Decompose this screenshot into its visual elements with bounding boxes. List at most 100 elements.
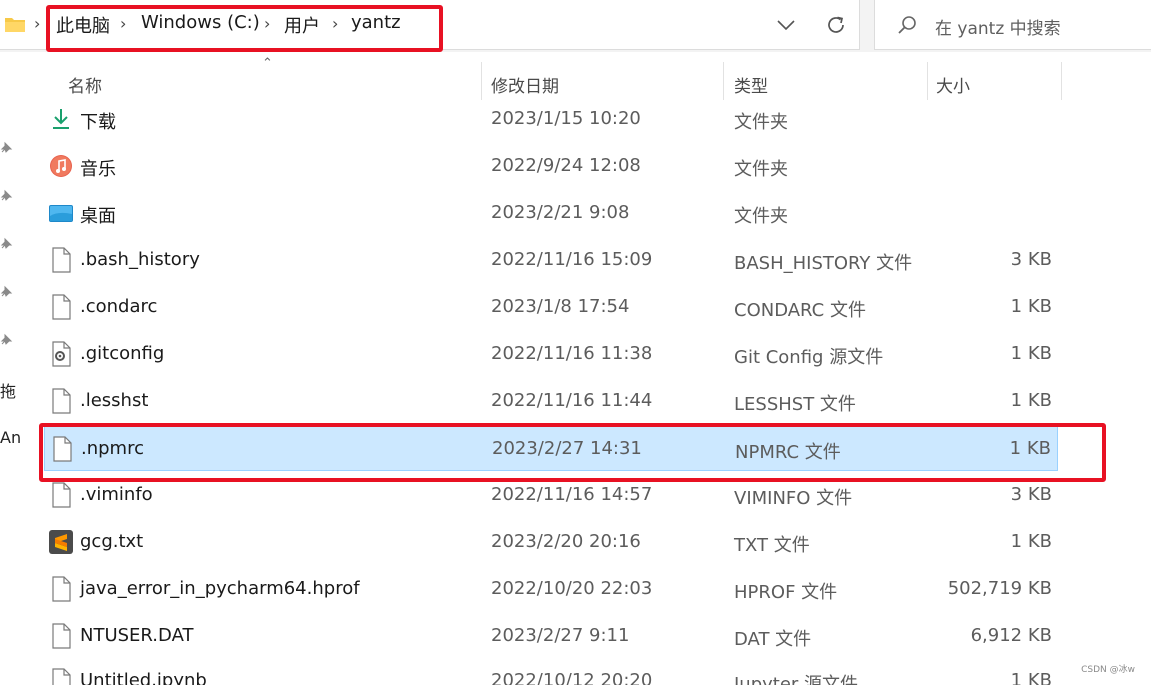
chevron-right-icon[interactable]: › — [264, 14, 270, 33]
column-header-label: 名称 — [68, 77, 102, 97]
file-date: 2023/2/21 9:08 — [491, 202, 630, 223]
breadcrumb-this-pc[interactable]: 此电脑 — [56, 12, 110, 38]
breadcrumb-current-folder[interactable]: yantz — [351, 12, 401, 33]
file-name: NTUSER.DAT — [80, 625, 194, 646]
file-row[interactable]: .viminfo 2022/11/16 14:57 VIMINFO 文件 3 K… — [44, 472, 1058, 518]
file-date: 2023/2/20 20:16 — [491, 531, 641, 552]
file-size: 1 KB — [1010, 531, 1052, 552]
file-row[interactable]: gcg.txt 2023/2/20 20:16 TXT 文件 1 KB — [44, 519, 1058, 565]
watermark: CSDN @冰w — [1081, 665, 1135, 675]
file-size: 1 KB — [1009, 438, 1051, 459]
file-row[interactable]: Untitled.ipynb 2022/10/12 20:20 Jupyter … — [44, 658, 1058, 685]
file-date: 2023/1/15 10:20 — [491, 108, 641, 129]
column-header-label: 大小 — [936, 77, 970, 97]
file-type: DAT 文件 — [734, 629, 812, 650]
file-row[interactable]: .condarc 2023/1/8 17:54 CONDARC 文件 1 KB — [44, 284, 1058, 330]
file-size: 3 KB — [1010, 484, 1052, 505]
pin-icon[interactable] — [0, 140, 14, 154]
file-name: gcg.txt — [80, 531, 144, 552]
file-type: 文件夹 — [734, 112, 788, 133]
music-folder-icon — [50, 155, 72, 177]
folder-icon — [5, 18, 25, 32]
desktop-folder-icon — [49, 205, 73, 222]
chevron-right-icon[interactable]: › — [332, 14, 338, 33]
file-type: 文件夹 — [734, 206, 788, 227]
file-size: 1 KB — [1010, 670, 1052, 685]
address-bar[interactable]: › 此电脑 › Windows (C:) › 用户 › yantz — [0, 0, 860, 50]
file-type: CONDARC 文件 — [734, 300, 866, 321]
file-icon — [52, 668, 71, 685]
breadcrumb-drive[interactable]: Windows (C:) — [141, 12, 260, 33]
file-date: 2023/2/27 9:11 — [491, 625, 630, 646]
file-size: 502,719 KB — [947, 578, 1052, 599]
config-file-icon — [52, 341, 71, 367]
search-input[interactable]: 在 yantz 中搜索 — [935, 14, 1061, 39]
nav-item-label[interactable]: 拖 — [0, 378, 16, 402]
file-row[interactable]: .lesshst 2022/11/16 11:44 LESSHST 文件 1 K… — [44, 378, 1058, 424]
file-icon — [52, 388, 71, 414]
file-name: java_error_in_pycharm64.hprof — [80, 578, 360, 599]
file-type: HPROF 文件 — [734, 582, 838, 603]
download-folder-icon — [53, 109, 69, 129]
file-date: 2022/10/12 20:20 — [491, 670, 653, 685]
file-size: 1 KB — [1010, 390, 1052, 411]
file-row-desktop[interactable]: 桌面 2023/2/21 9:08 文件夹 — [44, 190, 1058, 236]
file-name: .npmrc — [81, 438, 144, 459]
navigation-bar: › 此电脑 › Windows (C:) › 用户 › yantz 在 yant… — [0, 0, 1151, 52]
file-row[interactable]: .gitconfig 2022/11/16 11:38 Git Config 源… — [44, 331, 1058, 377]
file-row[interactable]: java_error_in_pycharm64.hprof 2022/10/20… — [44, 566, 1058, 612]
chevron-right-icon[interactable]: › — [120, 14, 126, 33]
file-size: 1 KB — [1010, 343, 1052, 364]
file-date: 2022/10/20 22:03 — [491, 578, 653, 599]
file-date: 2022/9/24 12:08 — [491, 155, 641, 176]
file-row-selected[interactable]: .npmrc 2023/2/27 14:31 NPMRC 文件 1 KB — [44, 425, 1058, 471]
pin-icon[interactable] — [0, 188, 14, 202]
file-type: Jupyter 源文件 — [734, 674, 859, 685]
file-icon — [52, 576, 71, 602]
file-name: 音乐 — [80, 159, 116, 180]
address-history-button[interactable] — [773, 12, 799, 38]
file-name: .condarc — [80, 296, 158, 317]
chevron-right-icon: › — [34, 14, 41, 33]
file-name: .bash_history — [80, 249, 200, 270]
refresh-icon — [828, 16, 844, 33]
search-icon — [898, 16, 916, 34]
file-icon — [52, 247, 71, 273]
file-date: 2022/11/16 15:09 — [491, 249, 653, 270]
pin-icon[interactable] — [0, 236, 14, 250]
navigation-pane: 拖 An — [0, 52, 21, 685]
file-type: VIMINFO 文件 — [734, 488, 853, 509]
file-icon — [52, 623, 71, 649]
breadcrumb-users[interactable]: 用户 — [284, 12, 320, 38]
column-header-label: 修改日期 — [491, 77, 559, 97]
file-row-music[interactable]: 音乐 2022/9/24 12:08 文件夹 — [44, 143, 1058, 189]
file-date: 2022/11/16 14:57 — [491, 484, 653, 505]
sublime-text-icon — [49, 530, 73, 554]
file-row-downloads[interactable]: 下载 2023/1/15 10:20 文件夹 — [44, 96, 1058, 142]
file-row[interactable]: NTUSER.DAT 2023/2/27 9:11 DAT 文件 6,912 K… — [44, 613, 1058, 659]
file-name: .lesshst — [80, 390, 149, 411]
file-date: 2023/2/27 14:31 — [492, 438, 642, 459]
refresh-button[interactable] — [823, 12, 849, 38]
column-divider[interactable] — [1061, 62, 1062, 100]
pin-icon[interactable] — [0, 332, 14, 346]
pin-icon[interactable] — [0, 284, 14, 298]
file-date: 2022/11/16 11:44 — [491, 390, 653, 411]
file-name: .gitconfig — [80, 343, 165, 364]
file-size: 3 KB — [1010, 249, 1052, 270]
search-box[interactable]: 在 yantz 中搜索 — [874, 0, 1151, 50]
file-icon — [52, 294, 71, 320]
file-date: 2022/11/16 11:38 — [491, 343, 653, 364]
file-type: NPMRC 文件 — [735, 442, 841, 463]
file-name: 下载 — [80, 112, 116, 133]
file-row[interactable]: .bash_history 2022/11/16 15:09 BASH_HIST… — [44, 237, 1058, 283]
file-name: 桌面 — [80, 206, 116, 227]
nav-item-label[interactable]: An — [0, 428, 21, 447]
file-date: 2023/1/8 17:54 — [491, 296, 630, 317]
chevron-down-icon — [777, 20, 795, 31]
file-name: .viminfo — [80, 484, 153, 505]
file-name: Untitled.ipynb — [80, 670, 207, 685]
file-type: LESSHST 文件 — [734, 394, 856, 415]
file-type: 文件夹 — [734, 159, 788, 180]
file-size: 1 KB — [1010, 296, 1052, 317]
